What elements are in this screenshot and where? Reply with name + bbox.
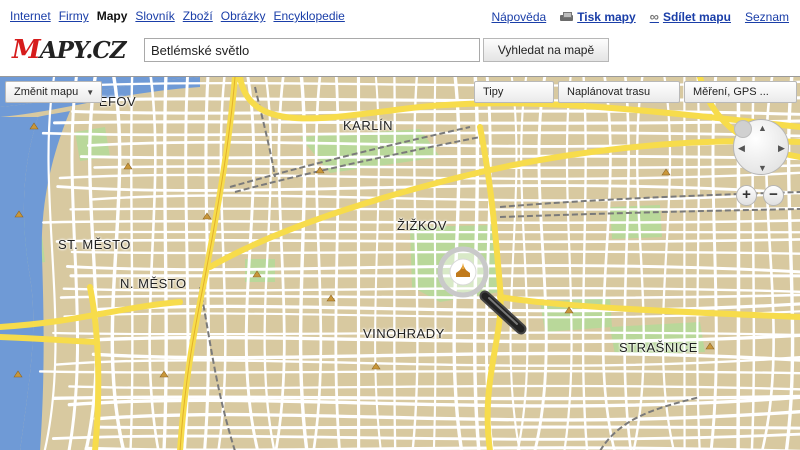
print-label: Tisk mapy [577, 9, 636, 24]
nav-link-obrazky[interactable]: Obrázky [221, 9, 266, 23]
dropdown-arrow-icon: ▼ [86, 88, 95, 97]
print-map-link[interactable]: Tisk mapy [560, 9, 636, 24]
service-links: Internet Firmy Mapy Slovník Zboží Obrázk… [10, 9, 345, 23]
district-label-st-mesto: ST. MĚSTO [58, 237, 131, 252]
zoom-out-button[interactable]: − [763, 185, 784, 206]
logo-text: APY.CZ [39, 37, 127, 64]
change-map-dropdown[interactable]: Změnit mapu ▼ [5, 81, 102, 103]
pan-right-icon[interactable]: ▶ [778, 143, 785, 154]
pan-control[interactable]: ▲ ▼ ◀ ▶ [733, 119, 789, 175]
seznam-label: Seznam [744, 9, 789, 24]
district-label-strasnice: STRAŠNICE [619, 340, 698, 355]
link-icon: ∞ [649, 9, 659, 24]
share-map-link[interactable]: ∞ Sdílet mapu [650, 9, 731, 24]
help-link[interactable]: Nápověda [491, 10, 546, 24]
search-button[interactable]: Vyhledat na mapě [483, 38, 609, 62]
pan-left-icon[interactable]: ◀ [738, 143, 745, 154]
measure-gps-button[interactable]: Měření, GPS ... [684, 81, 797, 103]
pan-up-icon[interactable]: ▲ [758, 123, 767, 133]
utility-links: Nápověda Tisk mapy ∞ Sdílet mapu Seznam [491, 9, 789, 24]
mapy-cz-logo[interactable]: MAPY.CZ [12, 35, 127, 65]
pan-center[interactable] [734, 120, 752, 138]
share-label: Sdílet mapu [662, 9, 731, 24]
zoom-in-button[interactable]: + [736, 185, 757, 206]
nav-link-encyklopedie[interactable]: Encyklopedie [273, 9, 344, 23]
nav-link-internet[interactable]: Internet [10, 9, 51, 23]
nav-link-firmy[interactable]: Firmy [59, 9, 89, 23]
help-label: Nápověda [491, 9, 547, 24]
plan-route-button[interactable]: Naplánovat trasu [558, 81, 680, 103]
nav-link-mapy[interactable]: Mapy [97, 9, 128, 23]
tips-button[interactable]: Tipy [474, 81, 554, 103]
seznam-link[interactable]: Seznam [745, 10, 789, 24]
nav-link-slovnik[interactable]: Slovník [135, 9, 174, 23]
search-input[interactable] [144, 38, 480, 62]
printer-icon [560, 11, 574, 22]
top-navigation: Internet Firmy Mapy Slovník Zboží Obrázk… [0, 0, 800, 30]
map-canvas[interactable]: KARLÍN ŽIŽKOV ST. MĚSTO N. MĚSTO VINOHRA… [0, 76, 800, 450]
district-label-n-mesto: N. MĚSTO [120, 276, 187, 291]
search-result-marker[interactable] [433, 241, 533, 341]
logo-letter-m: M [12, 35, 41, 65]
district-label-zizkov: ŽIŽKOV [397, 218, 447, 233]
pan-down-icon[interactable]: ▼ [758, 163, 767, 173]
change-map-label: Změnit mapu [14, 86, 79, 98]
header: MAPY.CZ Vyhledat na mapě [0, 30, 800, 76]
nav-link-zbozi[interactable]: Zboží [183, 9, 213, 23]
district-label-karlin: KARLÍN [343, 118, 393, 133]
map-base-layer [0, 77, 800, 450]
